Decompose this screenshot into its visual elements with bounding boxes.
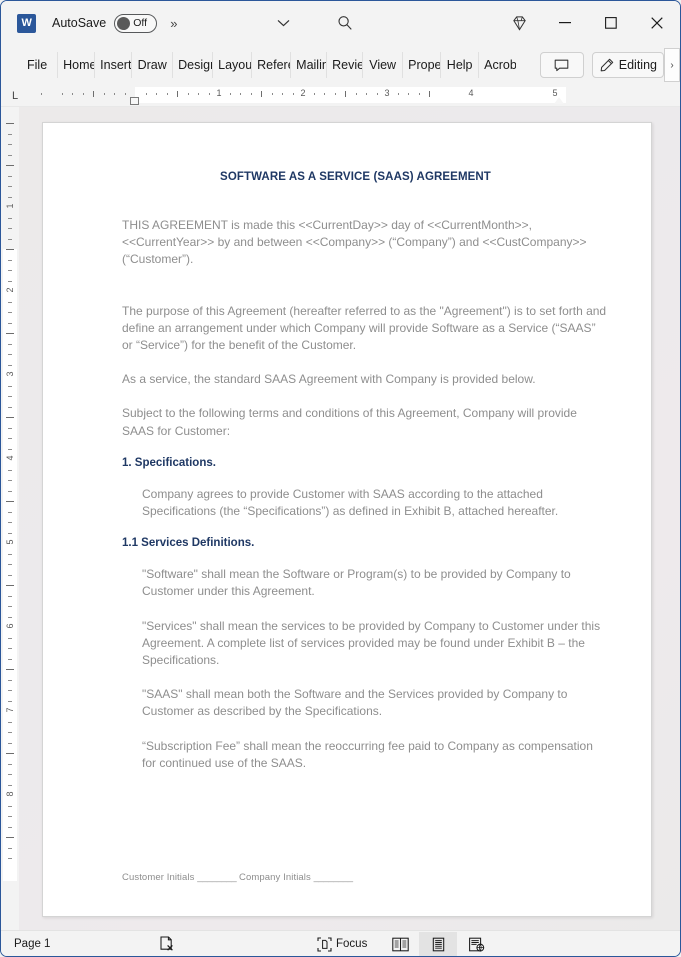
company-initials-label: Company Initials — [239, 872, 311, 883]
ribbon-overflow-button[interactable]: › — [664, 48, 680, 82]
right-indent-marker[interactable] — [554, 97, 564, 104]
customize-quick-access-icon[interactable] — [271, 1, 295, 45]
title-bar: W AutoSave Off » — [1, 1, 680, 45]
web-layout-icon[interactable] — [457, 932, 495, 956]
ruler-ticks: 12345 — [29, 85, 676, 106]
document-title: SOFTWARE AS A SERVICE (SAAS) AGREEMENT — [220, 171, 491, 183]
minimize-button[interactable] — [542, 1, 588, 45]
tab-insert[interactable]: Insert — [95, 52, 133, 78]
paragraph-subject-to-terms: Subject to the following terms and condi… — [122, 406, 577, 438]
word-window: W AutoSave Off » File Home Insert Draw D… — [0, 0, 681, 957]
comment-icon — [554, 59, 569, 72]
paragraph-purpose: The purpose of this Agreement (hereafter… — [122, 303, 607, 353]
definition-software: "Software" shall mean the Software or Pr… — [142, 567, 571, 599]
tab-view[interactable]: View — [363, 52, 404, 78]
tab-references[interactable]: References — [252, 52, 292, 78]
editing-mode-button[interactable]: Editing — [591, 52, 664, 78]
customer-initials-label: Customer Initials — [122, 872, 195, 883]
autosave-toggle[interactable]: Off — [114, 13, 158, 33]
editing-label: Editing — [618, 58, 657, 72]
quick-access-more-button[interactable]: » — [170, 16, 177, 31]
tab-mailings[interactable]: Mailings — [291, 52, 328, 78]
tab-home[interactable]: Home — [57, 52, 96, 78]
focus-label: Focus — [336, 938, 368, 950]
autosave-state: Off — [133, 17, 148, 29]
document-canvas[interactable]: SOFTWARE AS A SERVICE (SAAS) AGREEMENT T… — [19, 107, 680, 930]
horizontal-ruler[interactable]: L 12345 — [1, 85, 680, 107]
tab-review[interactable]: Review — [327, 52, 364, 78]
paragraph-standard-agreement: As a service, the standard SAAS Agreemen… — [122, 372, 536, 387]
definition-saas: "SAAS" shall mean both the Software and … — [142, 687, 568, 719]
close-button[interactable] — [634, 1, 680, 45]
company-initials-rule: ________ — [313, 872, 353, 883]
proofing-errors-icon[interactable] — [159, 931, 176, 956]
comments-button[interactable] — [539, 52, 584, 78]
left-indent-marker[interactable] — [130, 97, 139, 105]
tab-properties[interactable]: Properties — [403, 52, 442, 78]
page-content[interactable]: SOFTWARE AS A SERVICE (SAAS) AGREEMENT T… — [43, 123, 651, 916]
autosave-label: AutoSave — [52, 16, 107, 30]
vertical-ruler[interactable]: 12345678 — [1, 107, 19, 930]
tab-draw[interactable]: Draw — [132, 52, 174, 78]
maximize-button[interactable] — [588, 1, 634, 45]
view-mode-buttons — [381, 931, 495, 956]
status-bar: Page 1 Focus — [1, 930, 680, 956]
paragraph-specifications-body: Company agrees to provide Customer with … — [142, 486, 559, 519]
tab-acrobat[interactable]: Acrobat — [479, 52, 516, 78]
tab-design[interactable]: Design — [173, 52, 214, 78]
heading-services-definitions: 1.1 Services Definitions. — [122, 537, 255, 550]
page-number-status[interactable]: Page 1 — [14, 938, 50, 950]
tab-file[interactable]: File — [17, 52, 57, 78]
focus-mode-button[interactable]: Focus — [317, 931, 368, 956]
word-app-icon[interactable]: W — [17, 13, 36, 33]
heading-specifications: 1. Specifications. — [122, 456, 216, 469]
definition-services: "Services" shall mean the services to be… — [142, 618, 601, 668]
read-mode-icon[interactable] — [381, 932, 419, 956]
ribbon-tab-bar: File Home Insert Draw Design Layout Refe… — [1, 45, 680, 85]
paragraph-agreement-intro: THIS AGREEMENT is made this <<CurrentDay… — [122, 218, 587, 267]
definition-subscription-fee: “Subscription Fee” shall mean the reoccu… — [142, 738, 593, 770]
horizontal-ruler-track[interactable]: 12345 — [29, 85, 676, 106]
document-work-area: 12345678 SOFTWARE AS A SERVICE (SAAS) AG… — [1, 107, 680, 930]
tab-stop-selector[interactable]: L — [1, 85, 29, 106]
page-footer-initials: Customer Initials ________ Company Initi… — [122, 872, 353, 883]
tab-help[interactable]: Help — [441, 52, 480, 78]
toggle-knob — [117, 16, 131, 30]
print-layout-icon[interactable] — [419, 932, 457, 956]
focus-icon — [317, 936, 332, 952]
ribbon-right-controls: Editing › — [539, 45, 680, 85]
document-page[interactable]: SOFTWARE AS A SERVICE (SAAS) AGREEMENT T… — [42, 122, 652, 917]
customer-initials-rule: ________ — [197, 872, 237, 883]
search-icon[interactable] — [333, 1, 357, 45]
ribbon-tabs: File Home Insert Draw Design Layout Refe… — [1, 45, 516, 85]
window-controls — [496, 1, 680, 45]
diamond-icon[interactable] — [496, 1, 542, 45]
pencil-icon — [600, 58, 614, 72]
tab-layout[interactable]: Layout — [213, 52, 253, 78]
